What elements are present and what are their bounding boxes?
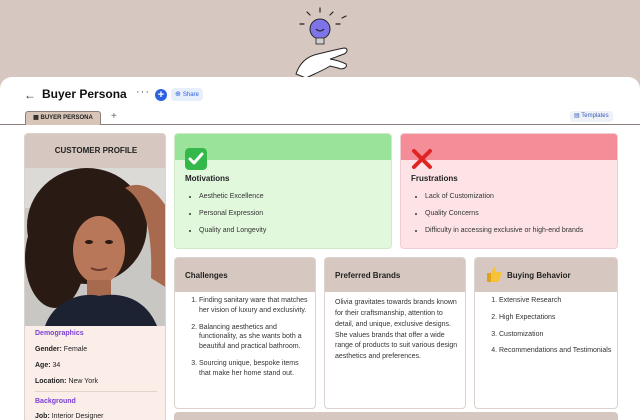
- check-mark-icon: [185, 148, 207, 170]
- hero-banner: [0, 0, 640, 78]
- motivations-card: Motivations Aesthetic Excellence Persona…: [174, 133, 392, 249]
- list-item: Sourcing unique, bespoke items that make…: [199, 359, 311, 379]
- motivations-header: [175, 134, 391, 160]
- profile-title: CUSTOMER PROFILE: [54, 146, 138, 155]
- app-window: ← Buyer Persona ··· + ⊕ Share ▦ BUYER PER…: [0, 77, 640, 420]
- list-item: Difficulty in accessing exclusive or hig…: [425, 226, 615, 236]
- demographics-label: Demographics: [35, 330, 84, 337]
- list-item: Customization: [499, 330, 613, 340]
- challenges-title: Challenges: [185, 271, 228, 280]
- age-key: Age:: [35, 362, 51, 369]
- age-row: Age: 34: [35, 362, 60, 369]
- templates-label: Templates: [581, 113, 609, 119]
- frustrations-title: Frustrations: [411, 174, 458, 183]
- background-label: Background: [35, 398, 76, 405]
- templates-button[interactable]: ▤ Templates: [570, 111, 613, 122]
- gender-row: Gender: Female: [35, 346, 87, 353]
- job-value: Interior Designer: [51, 413, 104, 420]
- location-key: Location:: [35, 378, 67, 385]
- page-title: Buyer Persona: [42, 87, 127, 101]
- gender-value: Female: [63, 346, 88, 353]
- tab-label: BUYER PERSONA: [40, 115, 93, 121]
- profile-photo: [25, 168, 165, 326]
- tab-bar: ▦ BUYER PERSONA + ▤ Templates: [0, 111, 640, 125]
- list-item: Aesthetic Excellence: [199, 192, 389, 202]
- thumbs-up-icon: [487, 267, 502, 282]
- divider: [35, 391, 157, 392]
- globe-icon: ⊕: [175, 91, 181, 98]
- job-row: Job: Interior Designer: [35, 413, 103, 420]
- list-item: Personal Expression: [199, 209, 389, 219]
- gender-key: Gender:: [35, 346, 62, 353]
- preferred-brands-title: Preferred Brands: [335, 271, 401, 280]
- tab-icon: ▦: [33, 115, 41, 121]
- next-section-header: [174, 412, 618, 420]
- title-bar: ← Buyer Persona ··· + ⊕ Share: [0, 77, 640, 111]
- tab-buyer-persona[interactable]: ▦ BUYER PERSONA: [25, 111, 101, 125]
- frustrations-card: Frustrations Lack of Customization Quali…: [400, 133, 618, 249]
- list-item: High Expectations: [499, 313, 613, 323]
- list-item: Recommendations and Testimonials: [499, 346, 613, 356]
- frustrations-header: [401, 134, 617, 160]
- frustrations-list: Lack of Customization Quality Concerns D…: [425, 192, 615, 242]
- buying-behavior-list: Extensive Research High Expectations Cus…: [499, 296, 613, 363]
- age-value: 34: [52, 362, 61, 369]
- preferred-brands-card: Preferred Brands Olivia gravitates towar…: [324, 257, 466, 409]
- add-button[interactable]: +: [155, 89, 167, 101]
- back-arrow-icon[interactable]: ←: [24, 88, 36, 102]
- challenges-card: Challenges Finding sanitary ware that ma…: [174, 257, 316, 409]
- more-icon[interactable]: ···: [136, 86, 150, 98]
- buying-behavior-title: Buying Behavior: [507, 271, 571, 280]
- challenges-list: Finding sanitary ware that matches her v…: [199, 296, 311, 386]
- list-item: Finding sanitary ware that matches her v…: [199, 296, 311, 316]
- motivations-list: Aesthetic Excellence Personal Expression…: [199, 192, 389, 242]
- cross-mark-icon: [412, 149, 432, 169]
- lightbulb-hand-icon: [295, 7, 348, 78]
- share-label: Share: [182, 92, 199, 98]
- buying-behavior-card: Buying Behavior Extensive Research High …: [474, 257, 618, 409]
- motivations-title: Motivations: [185, 174, 230, 183]
- location-value: New York: [68, 378, 99, 385]
- job-key: Job:: [35, 413, 50, 420]
- location-row: Location: New York: [35, 378, 98, 385]
- list-item: Lack of Customization: [425, 192, 615, 202]
- customer-profile-card: CUSTOMER PROFILE Demographics Gender: Fe…: [24, 133, 166, 420]
- share-button[interactable]: ⊕ Share: [171, 88, 203, 101]
- list-item: Quality Concerns: [425, 209, 615, 219]
- preferred-brands-text: Olivia gravitates towards brands known f…: [335, 299, 458, 361]
- list-item: Quality and Longevity: [199, 226, 389, 236]
- list-item: Balancing aesthetics and functionality, …: [199, 323, 311, 352]
- add-tab-icon[interactable]: +: [111, 111, 117, 123]
- list-item: Extensive Research: [499, 296, 613, 306]
